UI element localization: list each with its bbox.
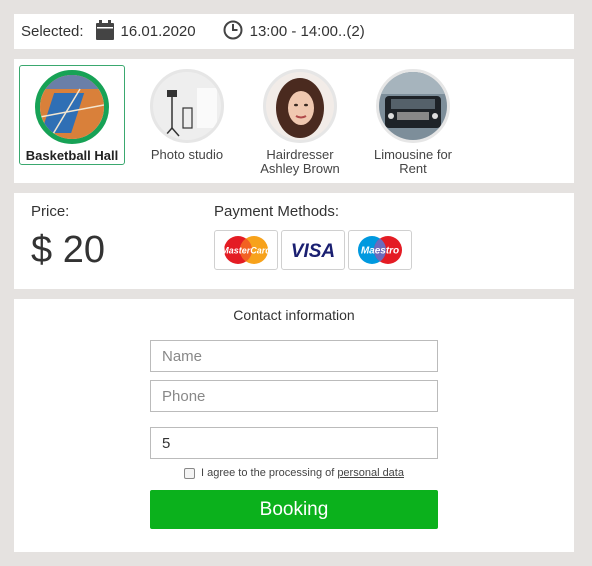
- consent-text: I agree to the processing of: [201, 467, 335, 479]
- booking-button[interactable]: Booking: [150, 490, 438, 529]
- service-name: Basketball Hall: [25, 148, 119, 163]
- price-value: $ 20: [31, 229, 105, 271]
- svg-text:VISA: VISA: [291, 241, 335, 262]
- selected-date: 16.01.2020: [120, 23, 196, 40]
- mastercard-icon[interactable]: MasterCard: [214, 230, 278, 270]
- service-hairdresser[interactable]: Hairdresser Ashley Brown: [247, 65, 353, 176]
- contact-form: Contact information I agree to the proce…: [14, 299, 574, 552]
- payment-methods-label: Payment Methods:: [214, 203, 340, 220]
- consent-row: I agree to the processing of personal da…: [14, 467, 574, 479]
- maestro-icon[interactable]: Maestro: [348, 230, 412, 270]
- service-name: Hairdresser Ashley Brown: [260, 147, 340, 176]
- contact-title: Contact information: [233, 307, 355, 323]
- phone-input[interactable]: [150, 380, 438, 412]
- name-input[interactable]: [150, 340, 438, 372]
- extra-input[interactable]: [150, 427, 438, 459]
- selected-label: Selected:: [21, 23, 84, 40]
- price-label: Price:: [31, 203, 70, 220]
- selected-time: 13:00 - 14:00..(2): [249, 23, 365, 40]
- service-photo-studio[interactable]: Photo studio: [134, 65, 240, 165]
- service-basketball-hall[interactable]: Basketball Hall: [19, 65, 125, 165]
- svg-text:Maestro: Maestro: [361, 246, 399, 257]
- svg-text:MasterCard: MasterCard: [221, 246, 271, 256]
- personal-data-link[interactable]: personal data: [337, 467, 404, 479]
- consent-checkbox[interactable]: [184, 467, 195, 479]
- services-list: Basketball Hall Photo studio Hairdresser…: [14, 59, 574, 183]
- service-name: Limousine for Rent: [373, 147, 453, 176]
- service-limousine[interactable]: Limousine for Rent: [360, 65, 466, 176]
- basketball-court-image: [35, 70, 109, 144]
- calendar-icon: [95, 19, 114, 44]
- hairdresser-portrait-image: [263, 69, 337, 143]
- photo-studio-image: [150, 69, 224, 143]
- selection-summary: Selected: 16.01.2020 13:00 - 14:00..(2): [14, 14, 574, 49]
- service-name: Photo studio: [150, 147, 224, 162]
- pricing-panel: Price: $ 20 Payment Methods: MasterCard …: [14, 193, 574, 289]
- visa-icon[interactable]: VISA: [281, 230, 345, 270]
- clock-icon: [223, 20, 243, 44]
- limousine-image: [376, 69, 450, 143]
